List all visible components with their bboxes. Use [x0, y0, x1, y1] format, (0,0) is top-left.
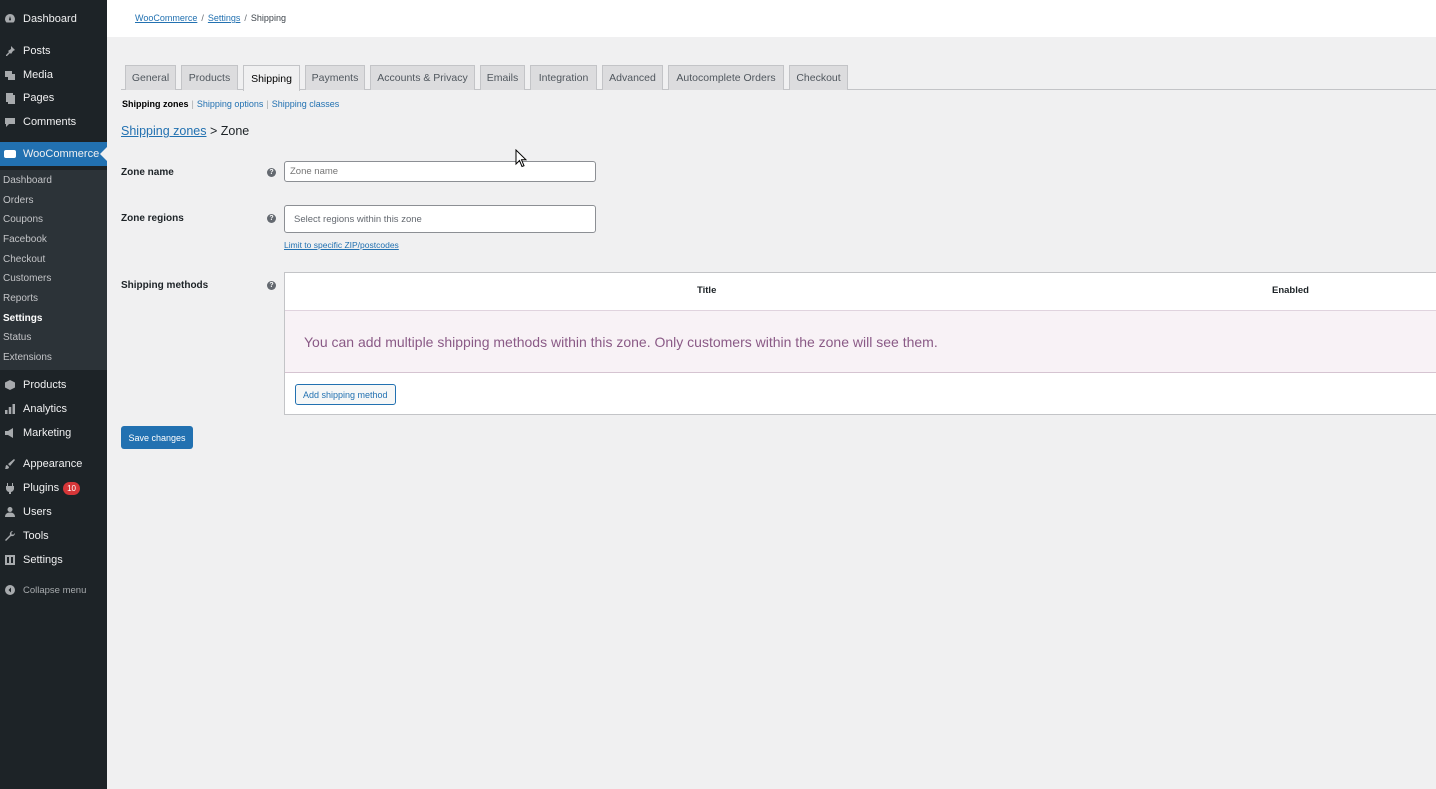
submenu-item-coupons[interactable]: Coupons	[3, 212, 43, 228]
brush-icon	[3, 457, 17, 471]
admin-sidebar: Dashboard Posts Media Pages Comments Woo…	[0, 0, 107, 789]
sidebar-item-settings[interactable]: Settings	[0, 548, 107, 572]
tab-integration[interactable]: Integration	[530, 65, 597, 90]
limit-postcodes-link[interactable]: Limit to specific ZIP/postcodes	[284, 240, 399, 250]
settings-icon	[3, 553, 17, 567]
subnav-shipping-options[interactable]: Shipping options	[197, 99, 264, 109]
sidebar-item-label: Marketing	[23, 427, 72, 439]
sidebar-item-label: Pages	[23, 92, 55, 104]
wrench-icon	[3, 529, 17, 543]
submenu-item-reports[interactable]: Reports	[3, 291, 38, 307]
tab-checkout[interactable]: Checkout	[789, 65, 848, 90]
sidebar-item-analytics[interactable]: Analytics	[0, 397, 107, 421]
zone-name-label: Zone name	[121, 167, 174, 178]
tab-advanced[interactable]: Advanced	[602, 65, 663, 90]
box-icon	[3, 378, 17, 392]
collapse-arrow-icon	[3, 583, 17, 597]
heading-separator: >	[209, 124, 218, 138]
sidebar-item-label: Media	[23, 69, 53, 81]
shipping-subnav: Shipping zones | Shipping options | Shipping…	[122, 99, 340, 109]
shipping-zones-link[interactable]: Shipping zones	[121, 124, 206, 138]
bar-chart-icon	[3, 402, 17, 416]
sidebar-item-label: Comments	[23, 116, 77, 128]
sidebar-item-media[interactable]: Media	[0, 63, 107, 87]
sidebar-item-pages[interactable]: Pages	[0, 86, 107, 110]
tab-general[interactable]: General	[125, 65, 176, 90]
plug-icon	[3, 481, 17, 495]
sidebar-item-label: Analytics	[23, 403, 68, 415]
submenu-item-dashboard[interactable]: Dashboard	[3, 173, 52, 189]
column-header-enabled: Enabled	[1272, 285, 1309, 296]
shipping-methods-table: Title Enabled You can add multiple shipp…	[284, 272, 1436, 415]
sidebar-item-tools[interactable]: Tools	[0, 524, 107, 548]
sidebar-item-woocommerce[interactable]: WooCommerce	[0, 142, 107, 166]
shipping-methods-help-icon[interactable]: ?	[267, 281, 276, 290]
add-shipping-method-button[interactable]: Add shipping method	[295, 384, 396, 405]
tab-accounts-privacy[interactable]: Accounts & Privacy	[370, 65, 475, 90]
sidebar-item-appearance[interactable]: Appearance	[0, 452, 107, 476]
breadcrumb-current: Shipping	[250, 13, 286, 23]
sidebar-item-plugins[interactable]: Plugins 10	[0, 476, 107, 500]
sidebar-item-products[interactable]: Products	[0, 373, 107, 397]
tab-emails[interactable]: Emails	[480, 65, 525, 90]
submenu-item-checkout[interactable]: Checkout	[3, 252, 45, 268]
breadcrumb-woocommerce-link[interactable]: WooCommerce	[135, 13, 197, 23]
pages-icon	[3, 91, 17, 105]
sidebar-item-dashboard[interactable]: Dashboard	[0, 7, 107, 31]
breadcrumb: WooCommerce / Settings / Shipping	[135, 13, 286, 23]
user-icon	[3, 505, 17, 519]
comment-icon	[3, 115, 17, 129]
sidebar-item-label: Users	[23, 506, 52, 518]
breadcrumb-settings-link[interactable]: Settings	[208, 13, 241, 23]
submenu-item-orders[interactable]: Orders	[3, 193, 34, 209]
sidebar-item-label: Products	[23, 379, 67, 391]
collapse-menu-button[interactable]: Collapse menu	[0, 578, 107, 602]
tab-shipping[interactable]: Shipping	[243, 65, 300, 91]
column-header-title: Title	[697, 285, 717, 296]
tab-products[interactable]: Products	[181, 65, 238, 90]
subnav-shipping-classes[interactable]: Shipping classes	[272, 99, 340, 109]
tab-autocomplete-orders[interactable]: Autocomplete Orders	[668, 65, 784, 90]
collapse-menu-label: Collapse menu	[23, 584, 87, 596]
subnav-shipping-zones[interactable]: Shipping zones	[122, 99, 189, 109]
save-changes-button[interactable]: Save changes	[121, 426, 193, 449]
sidebar-item-users[interactable]: Users	[0, 500, 107, 524]
pin-icon	[3, 44, 17, 58]
plugins-update-badge: 10	[63, 481, 80, 495]
sidebar-item-label: Plugins	[23, 482, 60, 494]
empty-methods-notice: You can add multiple shipping methods wi…	[285, 310, 1436, 373]
dashboard-icon	[3, 12, 17, 26]
submenu-item-customers[interactable]: Customers	[3, 271, 51, 287]
zone-regions-help-icon[interactable]: ?	[267, 214, 276, 223]
tab-payments[interactable]: Payments	[305, 65, 365, 90]
submenu-item-settings[interactable]: Settings	[3, 311, 42, 327]
zone-regions-label: Zone regions	[121, 213, 184, 224]
page-title: Shipping zones > Zone	[121, 124, 249, 138]
sidebar-item-posts[interactable]: Posts	[0, 39, 107, 63]
zone-regions-select[interactable]: Select regions within this zone	[284, 205, 596, 233]
sidebar-item-label: Tools	[23, 530, 49, 542]
sidebar-item-marketing[interactable]: Marketing	[0, 421, 107, 445]
sidebar-item-label: Appearance	[23, 458, 83, 470]
heading-current: Zone	[220, 124, 250, 138]
sidebar-item-label: Dashboard	[23, 13, 77, 25]
megaphone-icon	[3, 426, 17, 440]
submenu-item-status[interactable]: Status	[3, 330, 31, 346]
shipping-methods-label: Shipping methods	[121, 280, 209, 291]
woo-icon	[3, 147, 17, 161]
sidebar-item-comments[interactable]: Comments	[0, 110, 107, 134]
zone-name-help-icon[interactable]: ?	[267, 168, 276, 177]
sidebar-item-label: WooCommerce	[23, 148, 100, 160]
media-icon	[3, 68, 17, 82]
top-header-bar: WooCommerce / Settings / Shipping	[107, 0, 1436, 37]
submenu-item-facebook[interactable]: Facebook	[3, 232, 47, 248]
mouse-cursor-icon	[515, 149, 527, 168]
woocommerce-submenu: Dashboard Orders Coupons Facebook Checko…	[0, 170, 107, 370]
sidebar-item-label: Settings	[23, 554, 63, 566]
zone-name-input[interactable]	[284, 161, 596, 182]
sidebar-item-label: Posts	[23, 45, 51, 57]
zone-regions-placeholder: Select regions within this zone	[294, 213, 422, 225]
submenu-item-extensions[interactable]: Extensions	[3, 350, 52, 366]
